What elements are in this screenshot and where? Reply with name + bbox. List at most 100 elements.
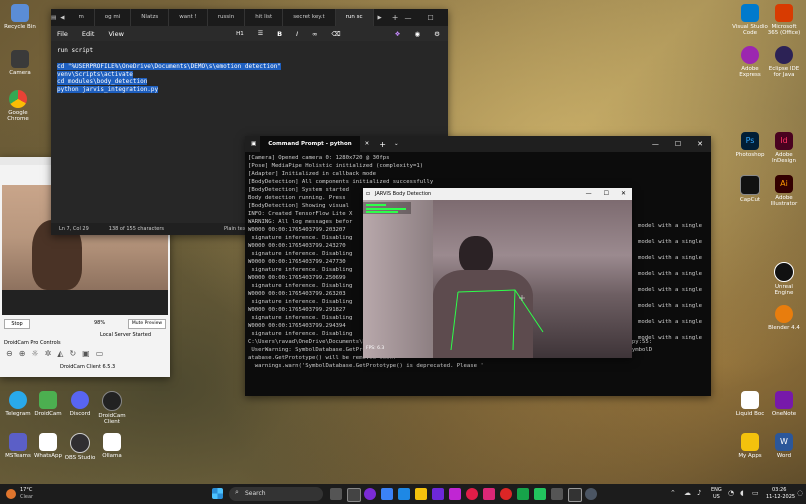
minimize-icon[interactable]: — (586, 188, 592, 200)
new-tab-icon[interactable]: + (374, 140, 391, 149)
app-icon-purple[interactable] (364, 488, 376, 500)
list-icon[interactable]: ☰ (258, 30, 263, 37)
more-icon[interactable]: ▭ (96, 349, 104, 358)
desktop-icon-word[interactable]: W Word (766, 433, 802, 459)
screenshot-icon[interactable]: ▣ (82, 349, 90, 358)
maximize-icon[interactable]: ☐ (427, 14, 433, 22)
wb-icon[interactable]: ✲ (45, 349, 52, 358)
minimize-icon[interactable]: — (404, 14, 411, 22)
desktop-icon-unreal[interactable]: Unreal Engine (766, 262, 802, 296)
text-format: Plain text (224, 226, 248, 232)
app-icon-green[interactable] (517, 488, 529, 500)
notepad-taskbar-icon[interactable] (551, 488, 563, 500)
camera-feed: FPS: 6.3 (363, 200, 632, 358)
app-icon-violet[interactable] (432, 488, 444, 500)
clear-format-icon[interactable]: ⌫ (331, 30, 340, 38)
close-icon[interactable]: ✕ (697, 140, 703, 148)
tab-want[interactable]: want ! (169, 9, 208, 26)
app-icon-magenta[interactable] (449, 488, 461, 500)
desktop-icon-myapps[interactable]: My Apps (732, 433, 768, 459)
link-icon[interactable]: ∞ (312, 30, 317, 38)
tab-secret-key[interactable]: secret key.t (283, 9, 336, 26)
italic-icon[interactable]: I (296, 30, 298, 38)
chevron-up-icon[interactable]: ⌃ (670, 489, 676, 497)
zoom-out-icon[interactable]: ⊖ (6, 349, 13, 358)
desktop-icon-discord[interactable]: Discord (62, 391, 98, 417)
stop-button[interactable]: Stop (4, 319, 30, 329)
tab-m[interactable]: m (68, 9, 95, 26)
desktop-icon-droidcam[interactable]: DroidCam (30, 391, 66, 417)
notification-bell-icon[interactable]: ◌ (797, 489, 803, 497)
cmd-line-fragment: model with a single (638, 335, 702, 341)
rotate-icon[interactable]: ↻ (69, 349, 76, 358)
cmd-tab[interactable]: Command Prompt - python (260, 136, 360, 152)
menu-edit[interactable]: Edit (82, 30, 95, 38)
minimize-icon[interactable]: — (652, 140, 659, 148)
scroll-right-icon[interactable]: ▶ (374, 15, 386, 21)
tab-hit-list[interactable]: hit list (245, 9, 284, 26)
python-taskbar-icon[interactable] (585, 488, 597, 500)
brightness-icon[interactable]: ☼ (31, 349, 38, 358)
mute-preview-button[interactable]: Mute Preview (128, 319, 166, 329)
desktop-icon-ollama[interactable]: Ollama (94, 433, 130, 459)
tab-run-script[interactable]: run sc (335, 9, 374, 26)
clock-time[interactable]: 03:26 (772, 487, 786, 493)
menu-file[interactable]: File (57, 30, 68, 38)
scroll-left-icon[interactable]: ◀ (56, 15, 68, 21)
maximize-icon[interactable]: ☐ (604, 188, 609, 200)
desktop-icon-recycle-bin[interactable]: Recycle Bin (2, 4, 38, 30)
pinterest-icon[interactable] (466, 488, 478, 500)
weather-temp[interactable]: 17°C (20, 487, 32, 493)
language-indicator[interactable]: ENG (711, 487, 722, 493)
desktop-icon-obs[interactable]: OBS Studio (62, 433, 98, 461)
maximize-icon[interactable]: ☐ (675, 140, 681, 148)
start-windows-icon[interactable] (212, 488, 223, 499)
zoom-in-icon[interactable]: ⊕ (19, 349, 26, 358)
menu-view[interactable]: View (108, 30, 123, 38)
search-box[interactable]: ⌕ Search (229, 487, 323, 501)
desktop-icon-blender[interactable]: Blender 4.4 (766, 305, 802, 331)
mail-icon[interactable] (398, 488, 410, 500)
close-icon[interactable]: ✕ (621, 188, 626, 200)
widgets-icon[interactable] (347, 488, 361, 502)
desktop-icon-vscode[interactable]: Visual Studio Code (732, 4, 768, 36)
desktop-icon-droidcam-client[interactable]: DroidCam Client (94, 391, 130, 425)
desktop-icon-illustrator[interactable]: Ai Adobe Illustrator (766, 175, 802, 207)
opera-icon[interactable] (500, 488, 512, 500)
volume-icon[interactable]: ♪ (697, 489, 701, 497)
tab-og-mi[interactable]: og mi (95, 9, 132, 26)
task-view-icon[interactable] (330, 488, 342, 500)
desktop-icon-chrome[interactable]: Google Chrome (0, 90, 36, 122)
desktop-icon-capcut[interactable]: CapCut (732, 175, 768, 203)
tab-nlatzs[interactable]: Nlatzs (131, 9, 170, 26)
wifi-icon[interactable]: ◔ (728, 489, 734, 497)
desktop-icon-camera[interactable]: Camera (2, 50, 38, 76)
droidcam-taskbar-icon[interactable] (534, 488, 546, 500)
cloud-icon[interactable]: ☁ (684, 489, 691, 497)
chevron-down-icon[interactable]: ⌄ (391, 141, 402, 147)
app-icon-pink[interactable] (483, 488, 495, 500)
speaker-icon[interactable]: ◖ (740, 489, 744, 497)
close-tab-icon[interactable]: ✕ (360, 141, 375, 147)
bold-icon[interactable]: B (277, 30, 282, 38)
desktop-icon-adobe-express[interactable]: Adobe Express (732, 46, 768, 78)
account-icon[interactable]: ◉ (415, 30, 421, 38)
desktop-icon-onenote[interactable]: OneNote (766, 391, 802, 417)
settings-gear-icon[interactable]: ⚙ (434, 30, 448, 38)
desktop-icon-whatsapp[interactable]: WhatsApp (30, 433, 66, 459)
copilot-icon[interactable]: ❖ (395, 30, 401, 38)
tab-russin[interactable]: russin (208, 9, 246, 26)
desktop-icon-eclipse[interactable]: Eclipse IDE for Java (766, 46, 802, 78)
battery-icon[interactable]: ▭ (752, 489, 759, 497)
file-explorer-icon[interactable] (415, 488, 427, 500)
terminal-taskbar-icon[interactable] (568, 488, 582, 502)
desktop-icon-liquid[interactable]: Liquid Boc (732, 391, 768, 417)
desktop-icon-indesign[interactable]: Id Adobe InDesign (766, 132, 802, 164)
desktop-icon-photoshop[interactable]: Ps Photoshop (732, 132, 768, 158)
app-icon-blue[interactable] (381, 488, 393, 500)
desktop-icon-m365[interactable]: Microsoft 365 (Office) (766, 4, 802, 36)
new-tab-icon[interactable]: + (386, 13, 405, 22)
mirror-icon[interactable]: ◭ (57, 349, 63, 358)
photoshop-icon: Ps (741, 132, 759, 150)
heading-dropdown[interactable]: H1 (236, 31, 244, 37)
